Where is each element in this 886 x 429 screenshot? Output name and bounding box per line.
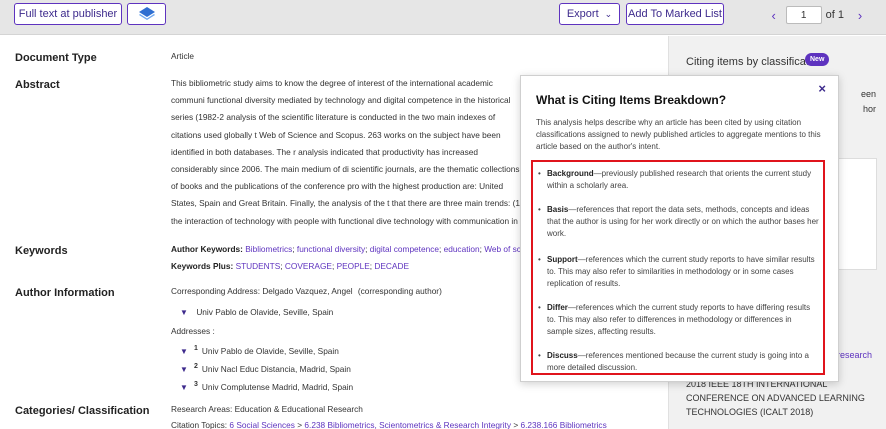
stack-layers-button[interactable] <box>127 3 166 25</box>
citation-topic-link[interactable]: 6.238 Bibliometrics, Scientometrics & Re… <box>304 420 511 429</box>
chevron-right-icon[interactable]: › <box>852 8 868 23</box>
classification-desc: —references mentioned because the curren… <box>547 351 809 372</box>
address-text: Univ Pablo de Olavide, Seville, Spain <box>201 345 339 356</box>
classification-term: Basis <box>547 205 569 214</box>
classification-desc: —references that report the data sets, m… <box>547 205 819 238</box>
keywords-label: Keywords <box>15 245 68 257</box>
author-keywords-label: Author Keywords: <box>171 244 243 254</box>
keyword-link[interactable]: digital competence <box>370 244 439 254</box>
keyword-plus-link[interactable]: PEOPLE <box>337 261 370 271</box>
classification-item: • Background—previously published researc… <box>538 168 819 192</box>
classification-term: Support <box>547 255 578 264</box>
keyword-link[interactable]: Bibliometrics <box>245 244 292 254</box>
keywords-plus-label: Keywords Plus: <box>171 261 234 271</box>
page-number-input[interactable] <box>785 6 822 24</box>
citing-items-title: Citing items by classification <box>686 56 824 68</box>
address-item: ▼ 2 Univ Nacl Educ Distancia, Madrid, Spai… <box>180 358 351 378</box>
stack-layers-icon <box>138 7 155 20</box>
corresponding-author-note: (corresponding author) <box>357 286 442 296</box>
classification-item: • Discuss—references mentioned because th… <box>538 350 819 374</box>
research-areas: Research Areas: Education & Educational … <box>171 404 363 414</box>
document-type-value: Article <box>171 51 195 61</box>
abstract-label: Abstract <box>15 79 60 91</box>
classification-list-highlight: • Background—previously published researc… <box>531 160 825 375</box>
corresponding-affiliation-text: Univ Pablo de Olavide, Seville, Spain <box>196 307 334 317</box>
caret-down-icon[interactable]: ▼ <box>180 379 194 396</box>
abstract-text: This bibliometric study aims to know the… <box>171 78 523 226</box>
rail-text-fragment: hor <box>862 104 876 114</box>
citing-items-breakdown-popover: × What is Citing Items Breakdown? This a… <box>520 75 839 382</box>
classification-item: • Differ—references which the current stu… <box>538 302 819 338</box>
popover-title: What is Citing Items Breakdown? <box>536 93 727 107</box>
classification-term: Background <box>547 169 594 178</box>
corresponding-affiliation: ▼ Univ Pablo de Olavide, Seville, Spain <box>180 304 333 321</box>
classification-desc: —references which the current study repo… <box>547 255 815 288</box>
citation-topics: Citation Topics: 6 Social Sciences > 6.2… <box>171 417 607 429</box>
rail-text-fragment: een <box>860 89 876 99</box>
address-text: Univ Nacl Educ Distancia, Madrid, Spain <box>201 363 351 374</box>
bullet-icon: • <box>538 351 541 360</box>
classification-item: • Basis—references that report the data s… <box>538 204 819 240</box>
new-badge[interactable]: New <box>805 53 830 66</box>
page-of-label: of 1 <box>825 9 844 21</box>
address-text: Univ Complutense Madrid, Madrid, Spain <box>201 381 354 392</box>
classification-item: • Support—references which the current st… <box>538 254 819 290</box>
bullet-icon: • <box>538 255 541 264</box>
address-item: ▼ 1 Univ Pablo de Olavide, Seville, Spain <box>180 340 339 360</box>
bullet-icon: • <box>538 169 541 178</box>
keyword-link[interactable]: functional diversity <box>297 244 365 254</box>
keyword-link[interactable]: education <box>444 244 480 254</box>
pagination: ‹ of 1 › <box>766 6 868 24</box>
corresponding-address: Corresponding Address: Delgado Vazquez, … <box>171 283 442 300</box>
full-text-button[interactable]: Full text at publisher <box>14 3 122 25</box>
author-information-label: Author Information <box>15 287 115 299</box>
classification-desc: —references which the current study repo… <box>547 303 811 336</box>
bullet-icon: • <box>538 205 541 214</box>
address-item: ▼ 3 Univ Complutense Madrid, Madrid, Spain <box>180 376 353 396</box>
citation-topic-link[interactable]: 6 Social Sciences <box>229 420 295 429</box>
export-label: Export <box>566 8 599 20</box>
author-keywords: Author Keywords: Bibliometrics; function… <box>171 241 521 258</box>
caret-down-icon[interactable]: ▼ <box>180 304 194 321</box>
address-number: 1 <box>194 345 198 352</box>
add-to-marked-list-button[interactable]: Add To Marked List <box>626 3 724 25</box>
record-toolbar: Full text at publisher Export ⌄ Add To M… <box>0 0 886 35</box>
keywords-plus: Keywords Plus: STUDENTS; COVERAGE; PEOPL… <box>171 261 409 271</box>
addresses-label: Addresses : <box>171 326 215 336</box>
popover-intro: This analysis helps describe why an arti… <box>536 118 821 151</box>
keyword-link[interactable]: Web of scien <box>484 244 521 254</box>
keyword-plus-link[interactable]: COVERAGE <box>285 261 332 271</box>
document-type-label: Document Type <box>15 52 97 64</box>
chevron-down-icon: ⌄ <box>604 8 613 19</box>
topic-separator: > <box>513 420 519 429</box>
categories-label: Categories/ Classification <box>15 405 150 417</box>
bullet-icon: • <box>538 303 541 312</box>
close-icon[interactable]: × <box>818 81 826 96</box>
chevron-left-icon[interactable]: ‹ <box>766 8 782 23</box>
citation-topics-label: Citation Topics: <box>171 420 228 429</box>
topic-separator: > <box>297 420 303 429</box>
keyword-plus-link[interactable]: DECADE <box>374 261 409 271</box>
corresponding-address-text: Corresponding Address: Delgado Vazquez, … <box>171 286 353 296</box>
keyword-plus-link[interactable]: STUDENTS <box>236 261 281 271</box>
rail-research-link[interactable]: research <box>837 350 872 360</box>
classification-term: Discuss <box>547 351 578 360</box>
address-number: 3 <box>194 381 198 388</box>
classification-term: Differ <box>547 303 568 312</box>
export-button[interactable]: Export ⌄ <box>559 3 620 25</box>
address-number: 2 <box>194 363 198 370</box>
citation-topic-link[interactable]: 6.238.166 Bibliometrics <box>520 420 606 429</box>
conference-title: 2018 IEEE 18TH INTERNATIONAL CONFERENCE … <box>686 379 865 417</box>
